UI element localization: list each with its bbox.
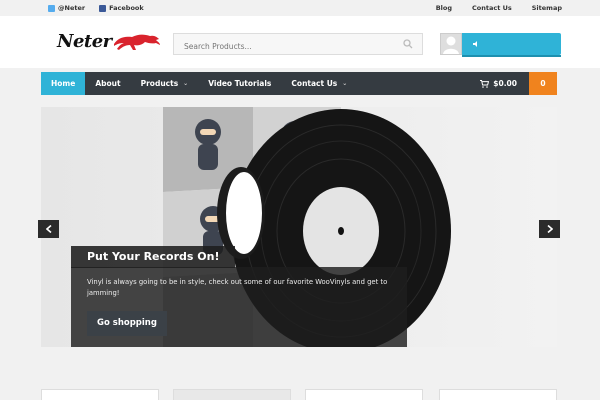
chevron-left-icon [45, 225, 52, 233]
speaker-icon [473, 41, 477, 47]
site-logo[interactable]: Neter [57, 30, 162, 52]
contact-us-link[interactable]: Contact Us [472, 4, 512, 12]
nav-label: Contact Us [291, 79, 338, 88]
facebook-icon [99, 4, 107, 12]
avatar[interactable] [440, 33, 462, 55]
user-panel-shadow [462, 55, 561, 57]
cart-icon [480, 79, 490, 88]
chevron-right-icon [546, 225, 553, 233]
sitemap-link[interactable]: Sitemap [532, 4, 562, 12]
nav-label: Home [51, 79, 76, 88]
top-links: Blog Contact Us Sitemap [436, 4, 562, 12]
nav-item-about[interactable]: About [85, 72, 130, 95]
top-bar: @Neter Facebook Blog Contact Us Sitemap [0, 0, 600, 16]
nav-item-video-tutorials[interactable]: Video Tutorials [198, 72, 281, 95]
nav-label: Video Tutorials [208, 79, 272, 88]
nav-item-home[interactable]: Home [41, 72, 86, 95]
logo-text: Neter [57, 30, 112, 52]
slider-next-button[interactable] [539, 220, 560, 238]
go-shopping-button[interactable]: Go shopping [87, 311, 167, 336]
slide-text: Vinyl is always going to be in style, ch… [87, 278, 388, 297]
nav-label: Products [140, 79, 179, 88]
blog-link[interactable]: Blog [436, 4, 452, 12]
nav-item-contact-us[interactable]: Contact Us ⌄ [281, 72, 357, 95]
nav-item-products[interactable]: Products ⌄ [131, 72, 199, 95]
main-nav: Home About Products ⌄ Video Tutorials Co… [41, 72, 557, 95]
user-silhouette-icon [443, 36, 459, 54]
twitter-icon [48, 4, 55, 12]
nav-label: About [95, 79, 121, 88]
slide-caption-box: Vinyl is always going to be in style, ch… [71, 267, 407, 347]
search-icon[interactable] [403, 39, 413, 49]
social-links: @Neter Facebook [48, 4, 144, 12]
cart-link[interactable]: $0.00 [480, 72, 529, 95]
facebook-link[interactable]: Facebook [99, 4, 144, 12]
twitter-link[interactable]: @Neter [48, 4, 85, 12]
search-input[interactable] [174, 36, 394, 57]
facebook-label: Facebook [109, 4, 144, 12]
search-box [173, 33, 423, 57]
cart-total: $0.00 [493, 79, 517, 88]
twitter-label: @Neter [58, 4, 86, 12]
site-header: Neter [0, 16, 600, 68]
product-card[interactable] [305, 389, 423, 400]
product-card[interactable] [41, 389, 159, 400]
chevron-down-icon: ⌄ [183, 80, 189, 87]
product-card[interactable] [173, 389, 291, 400]
product-card[interactable] [439, 389, 557, 400]
user-panel[interactable] [462, 33, 561, 55]
slide-title: Put Your Records On! [71, 246, 236, 268]
chevron-down-icon: ⌄ [342, 80, 348, 87]
cart-count-badge[interactable]: 0 [529, 72, 557, 95]
slider-prev-button[interactable] [38, 220, 59, 238]
panther-icon [113, 34, 160, 50]
